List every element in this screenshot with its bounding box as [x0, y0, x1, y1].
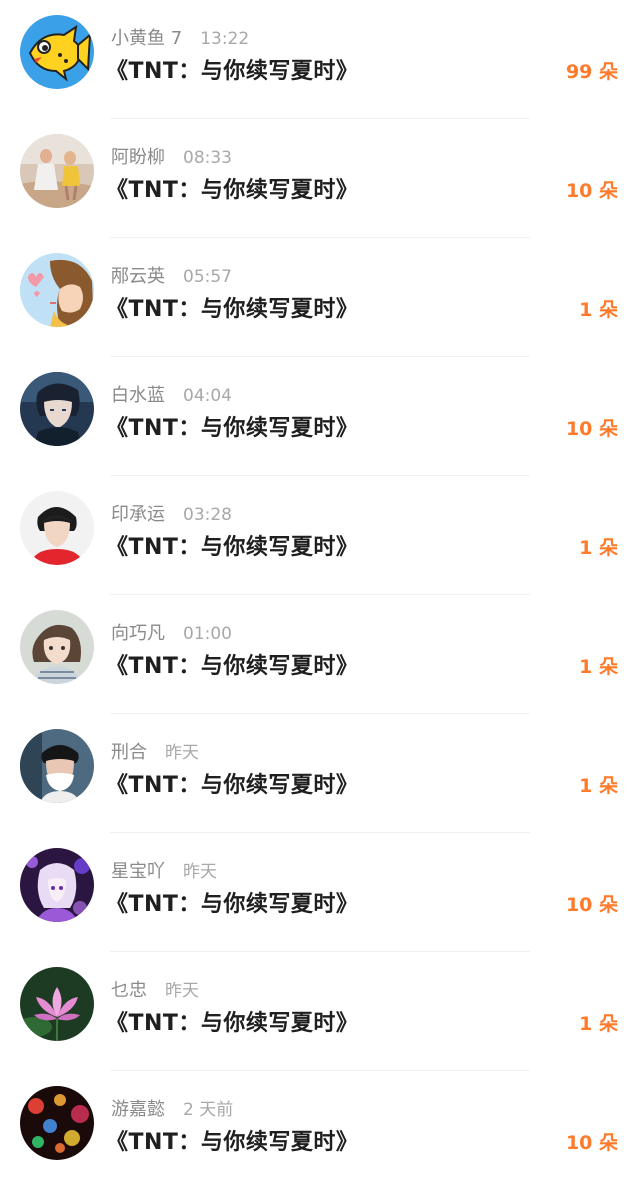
book-title: 《TNT：与你续写夏时》 [106, 654, 359, 679]
user-name-text: 阿盼柳 [111, 147, 165, 168]
user-name: 白水蓝 04:04 [111, 381, 232, 407]
book-title: 《TNT：与你续写夏时》 [106, 416, 359, 441]
list-item[interactable]: 邴云英 05:57 《TNT：与你续写夏时》 1 朵 [0, 238, 640, 357]
list-item[interactable]: 小黄鱼 7 13:22 《TNT：与你续写夏时》 99 朵 [0, 0, 640, 119]
user-name-text: 小黄鱼 7 [111, 28, 183, 49]
bokeh-lights-avatar[interactable] [20, 1086, 94, 1160]
flower-count: 1 朵 [579, 537, 618, 559]
photo-avatar[interactable] [20, 134, 94, 208]
cartoon-girl-avatar[interactable] [20, 253, 94, 327]
purple-anime-avatar[interactable] [20, 848, 94, 922]
user-name-text: 邴云英 [111, 266, 165, 287]
user-name: 小黄鱼 7 13:22 [111, 24, 249, 50]
list-item[interactable]: 白水蓝 04:04 《TNT：与你续写夏时》 10 朵 [0, 357, 640, 476]
boy-photo-avatar[interactable] [20, 491, 94, 565]
user-name: 印承运 03:28 [111, 500, 232, 526]
user-name-text: 向巧凡 [111, 623, 165, 644]
flower-count: 1 朵 [579, 656, 618, 678]
anime-boy-avatar[interactable] [20, 372, 94, 446]
list-item[interactable]: 刑合 昨天 《TNT：与你续写夏时》 1 朵 [0, 714, 640, 833]
gift-record-list: 小黄鱼 7 13:22 《TNT：与你续写夏时》 99 朵 阿盼柳 08:33 《T… [0, 0, 640, 1179]
flower-count: 99 朵 [565, 61, 618, 83]
book-title: 《TNT：与你续写夏时》 [106, 773, 359, 798]
book-title: 《TNT：与你续写夏时》 [106, 892, 359, 917]
user-name: 星宝吖 昨天 [111, 857, 217, 883]
flower-count: 10 朵 [565, 1132, 618, 1154]
user-name-text: 游嘉懿 [111, 1099, 165, 1120]
list-item[interactable]: 阿盼柳 08:33 《TNT：与你续写夏时》 10 朵 [0, 119, 640, 238]
flower-count: 10 朵 [565, 418, 618, 440]
masked-boy-avatar[interactable] [20, 729, 94, 803]
timestamp: 04:04 [183, 386, 232, 406]
flower-count: 10 朵 [565, 894, 618, 916]
timestamp: 03:28 [183, 505, 232, 525]
user-name-text: 印承运 [111, 504, 165, 525]
girl-photo-avatar[interactable] [20, 610, 94, 684]
user-name: 向巧凡 01:00 [111, 619, 232, 645]
flower-count: 10 朵 [565, 180, 618, 202]
user-name: 游嘉懿 2 天前 [111, 1095, 233, 1121]
timestamp: 01:00 [183, 624, 232, 644]
timestamp: 13:22 [200, 29, 250, 49]
book-title: 《TNT：与你续写夏时》 [106, 178, 359, 203]
list-item[interactable]: 向巧凡 01:00 《TNT：与你续写夏时》 1 朵 [0, 595, 640, 714]
flower-count: 1 朵 [579, 1013, 618, 1035]
book-title: 《TNT：与你续写夏时》 [106, 535, 359, 560]
user-name-text: 乜忠 [111, 980, 147, 1001]
user-name: 邴云英 05:57 [111, 262, 232, 288]
list-item[interactable]: 星宝吖 昨天 《TNT：与你续写夏时》 10 朵 [0, 833, 640, 952]
list-item[interactable]: 印承运 03:28 《TNT：与你续写夏时》 1 朵 [0, 476, 640, 595]
timestamp: 2 天前 [183, 1100, 234, 1120]
timestamp: 昨天 [183, 862, 217, 882]
book-title: 《TNT：与你续写夏时》 [106, 297, 359, 322]
list-item[interactable]: 游嘉懿 2 天前 《TNT：与你续写夏时》 10 朵 [0, 1071, 640, 1190]
user-name-text: 白水蓝 [111, 385, 165, 406]
user-name-text: 星宝吖 [111, 861, 165, 882]
timestamp: 08:33 [183, 148, 232, 168]
flower-count: 1 朵 [579, 299, 618, 321]
timestamp: 05:57 [183, 267, 232, 287]
book-title: 《TNT：与你续写夏时》 [106, 1130, 359, 1155]
book-title: 《TNT：与你续写夏时》 [106, 1011, 359, 1036]
flower-count: 1 朵 [579, 775, 618, 797]
timestamp: 昨天 [165, 743, 199, 763]
user-name: 刑合 昨天 [111, 738, 199, 764]
timestamp: 昨天 [165, 981, 199, 1001]
user-name: 阿盼柳 08:33 [111, 143, 232, 169]
lotus-avatar[interactable] [20, 967, 94, 1041]
fish-avatar-icon[interactable] [20, 15, 94, 89]
book-title: 《TNT：与你续写夏时》 [106, 59, 359, 84]
user-name: 乜忠 昨天 [111, 976, 199, 1002]
user-name-text: 刑合 [111, 742, 147, 763]
list-item[interactable]: 乜忠 昨天 《TNT：与你续写夏时》 1 朵 [0, 952, 640, 1071]
